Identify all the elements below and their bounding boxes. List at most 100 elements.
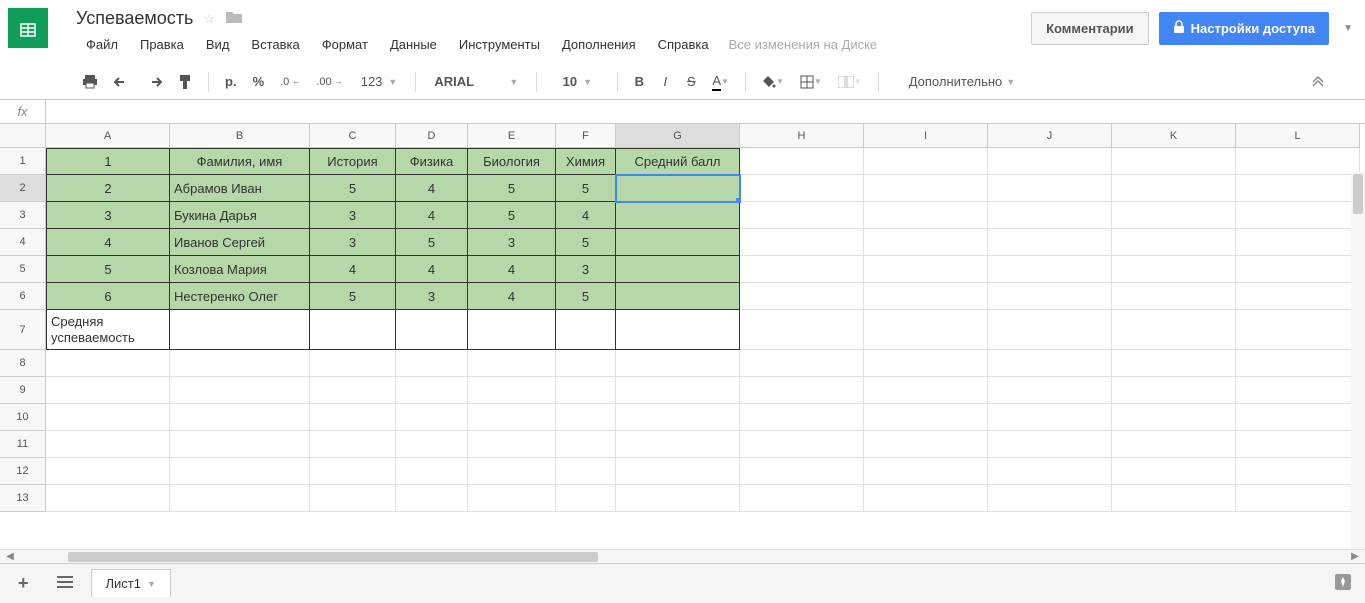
cell[interactable]	[170, 350, 310, 377]
horizontal-scrollbar[interactable]: ◀ ▶	[0, 549, 1365, 563]
menu-tools[interactable]: Инструменты	[449, 33, 550, 56]
cell[interactable]: 4	[468, 256, 556, 283]
cell[interactable]: 5	[310, 175, 396, 202]
cell[interactable]	[1112, 175, 1236, 202]
row-header[interactable]: 3	[0, 202, 46, 229]
cell[interactable]	[310, 310, 396, 350]
cell[interactable]	[310, 404, 396, 431]
cell[interactable]: Иванов Сергей	[170, 229, 310, 256]
scroll-left-icon[interactable]: ◀	[0, 551, 20, 562]
cell[interactable]: Фамилия, имя	[170, 148, 310, 175]
cell[interactable]	[988, 377, 1112, 404]
collapse-toolbar-icon[interactable]	[1311, 73, 1325, 90]
text-color-icon[interactable]: A ▼	[706, 70, 735, 94]
column-header[interactable]: H	[740, 124, 864, 148]
cell[interactable]	[740, 202, 864, 229]
cell[interactable]	[1236, 431, 1360, 458]
cell[interactable]	[1236, 350, 1360, 377]
cell[interactable]: 3	[468, 229, 556, 256]
cell[interactable]: Физика	[396, 148, 468, 175]
menu-insert[interactable]: Вставка	[241, 33, 309, 56]
cell[interactable]	[1236, 310, 1360, 350]
cell[interactable]	[740, 148, 864, 175]
cell[interactable]	[170, 310, 310, 350]
column-header[interactable]: A	[46, 124, 170, 148]
cell[interactable]	[46, 404, 170, 431]
cell[interactable]: 4	[468, 283, 556, 310]
cell[interactable]	[740, 377, 864, 404]
cell[interactable]	[1112, 148, 1236, 175]
column-header[interactable]: F	[556, 124, 616, 148]
cell[interactable]	[396, 310, 468, 350]
cell[interactable]	[864, 350, 988, 377]
increase-decimal-icon[interactable]: .00 →	[310, 70, 348, 94]
cell[interactable]	[170, 431, 310, 458]
cell[interactable]	[46, 431, 170, 458]
cell[interactable]	[1236, 458, 1360, 485]
cell[interactable]	[396, 404, 468, 431]
cell[interactable]	[396, 485, 468, 512]
cell[interactable]: 4	[396, 256, 468, 283]
cell[interactable]	[1112, 431, 1236, 458]
cell[interactable]	[556, 485, 616, 512]
borders-icon[interactable]: ▼	[794, 70, 828, 94]
cell[interactable]	[1112, 202, 1236, 229]
cell[interactable]: 5	[556, 229, 616, 256]
share-button[interactable]: Настройки доступа	[1159, 12, 1329, 45]
percent-button[interactable]: %	[247, 70, 271, 94]
print-icon[interactable]	[76, 70, 104, 94]
cell[interactable]	[616, 458, 740, 485]
scroll-track[interactable]	[22, 552, 1343, 562]
cell[interactable]	[988, 350, 1112, 377]
cell[interactable]	[170, 485, 310, 512]
cell[interactable]: Букина Дарья	[170, 202, 310, 229]
cell[interactable]	[1112, 458, 1236, 485]
menu-help[interactable]: Справка	[648, 33, 719, 56]
column-header[interactable]: G	[616, 124, 740, 148]
cell[interactable]	[616, 175, 740, 202]
cell[interactable]	[864, 310, 988, 350]
cell[interactable]	[310, 350, 396, 377]
cell[interactable]: 5	[468, 202, 556, 229]
cell[interactable]: Химия	[556, 148, 616, 175]
sheet-tab-menu-icon[interactable]: ▼	[147, 579, 156, 589]
font-size-select[interactable]: 10▼	[547, 72, 607, 91]
cell[interactable]	[46, 377, 170, 404]
paint-format-icon[interactable]	[172, 70, 198, 94]
cell[interactable]	[616, 350, 740, 377]
select-all-corner[interactable]	[0, 124, 46, 148]
cell[interactable]: 1	[46, 148, 170, 175]
cell[interactable]: 4	[310, 256, 396, 283]
cell[interactable]	[1112, 283, 1236, 310]
cell[interactable]	[740, 350, 864, 377]
column-header[interactable]: L	[1236, 124, 1360, 148]
cell[interactable]	[988, 283, 1112, 310]
cell[interactable]: 5	[556, 283, 616, 310]
comments-button[interactable]: Комментарии	[1031, 12, 1149, 45]
cell[interactable]	[310, 431, 396, 458]
formula-input[interactable]	[46, 100, 1365, 123]
cell[interactable]	[616, 256, 740, 283]
cell[interactable]: 5	[556, 175, 616, 202]
cell[interactable]	[556, 350, 616, 377]
cell[interactable]: 4	[556, 202, 616, 229]
cell[interactable]	[170, 458, 310, 485]
cell[interactable]	[170, 404, 310, 431]
cell[interactable]	[740, 283, 864, 310]
cell[interactable]	[864, 283, 988, 310]
cell[interactable]	[864, 431, 988, 458]
cell[interactable]: 6	[46, 283, 170, 310]
cell[interactable]	[46, 350, 170, 377]
strikethrough-icon[interactable]: S	[680, 70, 702, 94]
cell[interactable]	[468, 310, 556, 350]
all-sheets-icon[interactable]	[47, 570, 83, 597]
cell[interactable]	[616, 310, 740, 350]
scroll-thumb[interactable]	[1353, 174, 1363, 214]
merge-cells-icon[interactable]: ▼	[832, 70, 868, 94]
doc-title[interactable]: Успеваемость	[76, 8, 193, 29]
folder-icon[interactable]	[225, 10, 243, 27]
cell[interactable]	[46, 485, 170, 512]
column-header[interactable]: E	[468, 124, 556, 148]
cell[interactable]	[1112, 256, 1236, 283]
cell[interactable]	[310, 377, 396, 404]
